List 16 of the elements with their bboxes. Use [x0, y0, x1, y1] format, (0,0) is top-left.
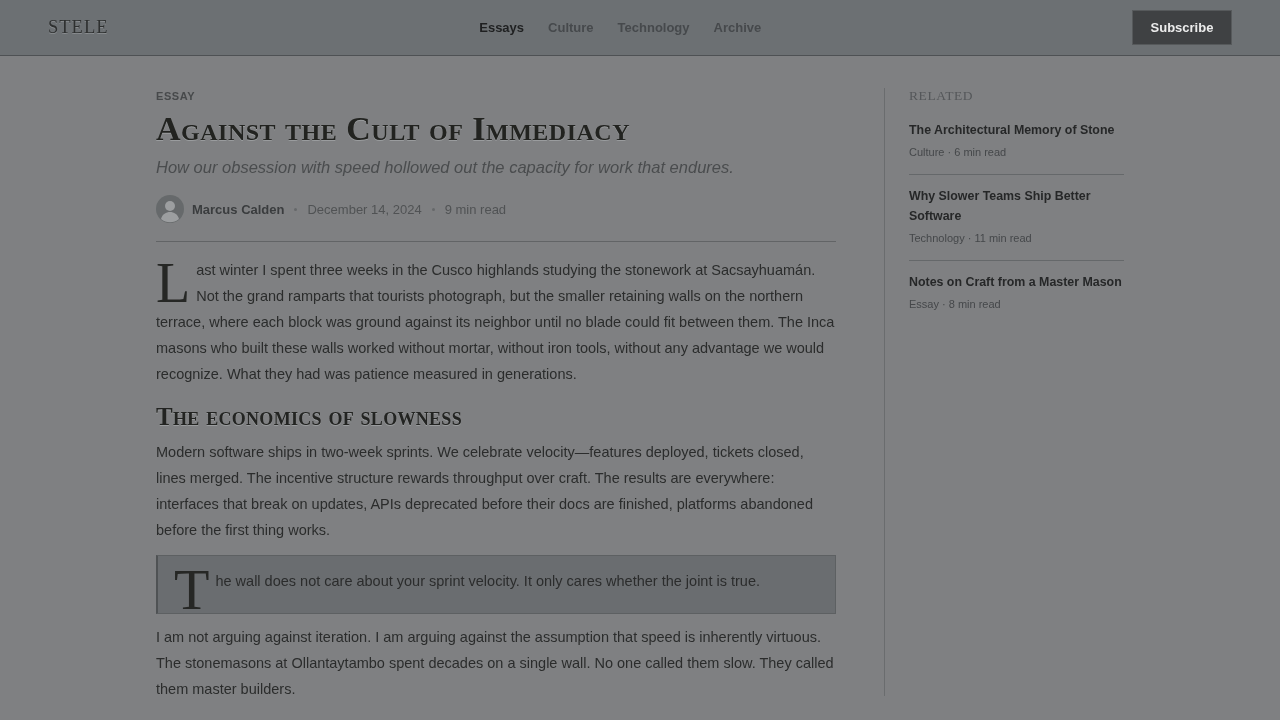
related-article-meta: Technology · 11 min read [909, 231, 1033, 246]
related-article-link[interactable]: Why Slower Teams Ship Better Software [909, 186, 1124, 226]
related-article-meta: Essay · 8 min read [909, 297, 1002, 312]
category-label: ESSAY [156, 89, 197, 104]
author-name[interactable]: Marcus Calden [192, 201, 285, 217]
site-logo[interactable]: STELE [48, 17, 109, 38]
avatar-icon [156, 195, 184, 223]
related-article-meta: Culture · 6 min read [909, 145, 1008, 160]
body-paragraph: I am not arguing against iteration. I am arguing against the assumption that speed is inherently virtuous. The stonemasons at Ollantaytambo spent decades on a single wall. No one called them slow. They called them master builders. [156, 628, 835, 699]
related-article-link[interactable]: Notes on Craft from a Master Mason [909, 272, 1124, 292]
subscribe-button[interactable]: Subscribe [1132, 10, 1232, 45]
body-paragraph: Modern software ships in two-week sprints. We celebrate velocity—features deployed, tickets closed, lines merged. The incentive structure rewards throughput over craft. The results are everywhere: interfaces that break on updates, APIs deprecated before their docs are finished, platforms abandoned before the first thing works. [156, 443, 814, 540]
article-title: Against the Cult of Immediacy [156, 110, 631, 148]
related-article-link[interactable]: The Architectural Memory of Stone [909, 120, 1124, 140]
section-heading: The economics of slowness [156, 402, 463, 432]
nav-link[interactable]: Essays [479, 20, 525, 35]
